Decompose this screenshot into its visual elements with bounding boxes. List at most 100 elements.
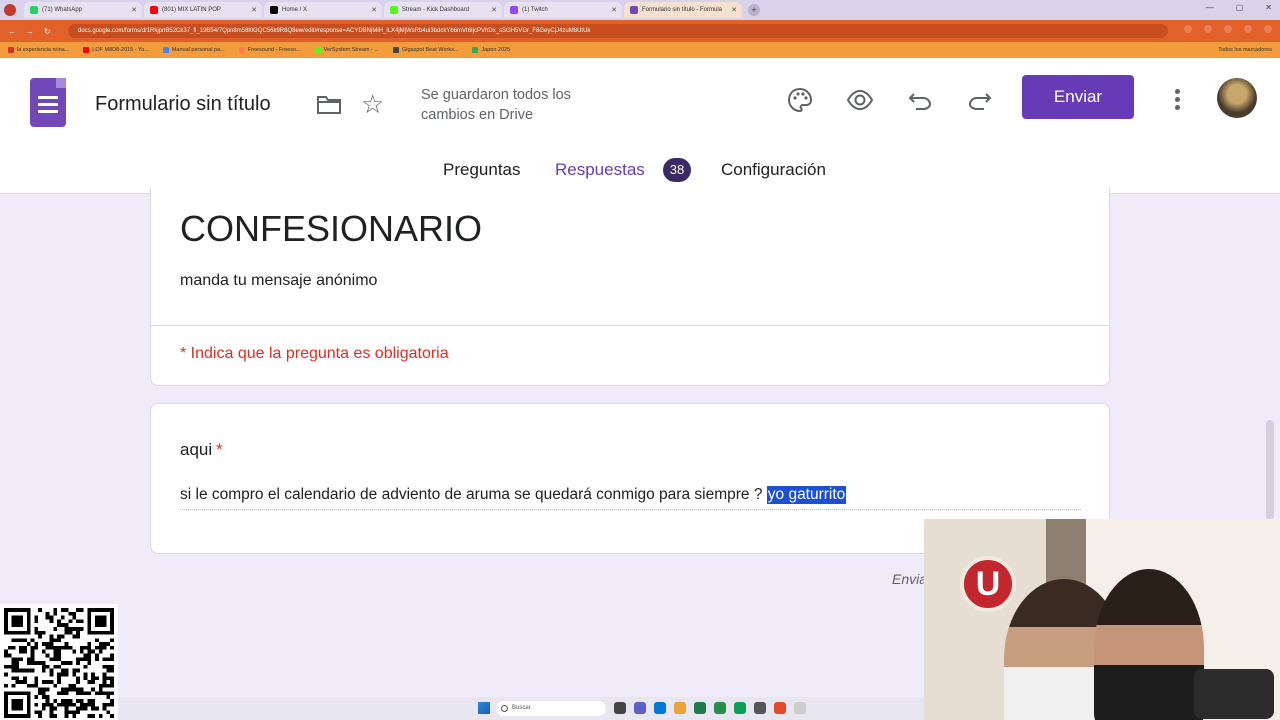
windows-start-icon[interactable] <box>478 702 490 714</box>
tab-strip: (71) WhatsApp ✕ (801) MIX LATIN POP ✕ Home /… <box>24 2 744 18</box>
palette-icon[interactable] <box>786 86 814 114</box>
avatar[interactable] <box>1217 78 1257 118</box>
edge-icon[interactable] <box>654 702 666 714</box>
browser-menu-icon[interactable] <box>4 4 16 16</box>
send-button[interactable]: Enviar <box>1022 75 1134 119</box>
taskbar-search[interactable]: Buscar <box>496 701 606 716</box>
reload-icon[interactable]: ↻ <box>44 27 54 36</box>
bookmark-favicon-icon <box>83 47 90 53</box>
bookmark-favicon-icon <box>472 47 479 53</box>
tab-title: Stream - Kick Dashboard <box>402 7 470 13</box>
forward-icon[interactable]: → <box>26 27 36 36</box>
spotify-icon[interactable] <box>714 702 726 714</box>
tab-favicon-icon <box>390 6 398 14</box>
bookmarks-list: la experiencia reina... LOF M8D8-2015 - Y… <box>8 47 524 53</box>
card-divider <box>151 325 1109 326</box>
redo-icon[interactable] <box>966 86 994 114</box>
browser-tab[interactable]: Stream - Kick Dashboard ✕ <box>384 2 502 18</box>
tab-favicon-icon <box>630 6 638 14</box>
more-vert-icon[interactable] <box>1170 86 1184 112</box>
tab-title: (71) WhatsApp <box>42 7 83 13</box>
tab-favicon-icon <box>510 6 518 14</box>
all-bookmarks-link[interactable]: Todos los marcadores <box>1218 47 1272 53</box>
tab-questions[interactable]: Preguntas <box>443 160 521 180</box>
bookmark-favicon-icon <box>314 47 321 53</box>
sent-text: Envia <box>892 571 928 587</box>
tab-close-icon[interactable]: ✕ <box>251 6 257 14</box>
tab-close-icon[interactable]: ✕ <box>731 6 737 14</box>
browser-tab[interactable]: (71) WhatsApp ✕ <box>24 2 142 18</box>
document-title[interactable]: Formulario sin título <box>95 93 271 116</box>
obs-icon[interactable] <box>754 702 766 714</box>
browser-more-icon[interactable] <box>1264 25 1272 33</box>
form-heading: CONFESIONARIO <box>180 208 483 249</box>
chrome-icon[interactable] <box>734 702 746 714</box>
bookmark-item[interactable]: la experiencia reina... <box>8 47 69 53</box>
qr-code <box>0 604 118 720</box>
tab-title: (801) MIX LATIN POP <box>162 7 221 13</box>
tab-favicon-icon <box>270 6 278 14</box>
windows-taskbar: Buscar <box>118 697 924 720</box>
required-note: * Indica que la pregunta es obligatoria <box>180 345 449 362</box>
bookmark-item[interactable]: VerSystem Stream - ... <box>314 47 379 53</box>
browser-tab[interactable]: (1) Twitch ✕ <box>504 2 622 18</box>
extension-icon[interactable] <box>1224 25 1232 33</box>
team-logo: U <box>960 556 1016 612</box>
task-view-icon[interactable] <box>614 702 626 714</box>
star-icon[interactable]: ☆ <box>361 91 384 117</box>
file-explorer-icon[interactable] <box>674 702 686 714</box>
browser-tab[interactable]: Formulario sin título - Formula ✕ <box>624 2 742 18</box>
bookmarks-bar: la experiencia reina... LOF M8D8-2015 - Y… <box>0 42 1280 58</box>
chrome-profile-icon[interactable] <box>774 702 786 714</box>
bookmark-item[interactable]: Manual personal pa... <box>162 47 225 53</box>
tab-settings[interactable]: Configuración <box>721 160 826 180</box>
back-icon[interactable]: ← <box>8 27 18 36</box>
bookmark-item[interactable]: Freesound - Freeso... <box>238 47 301 53</box>
bookmark-item[interactable]: Gigaspot Beat Works... <box>392 47 459 53</box>
bookmark-item[interactable]: Japon 2025 <box>472 47 510 53</box>
tab-close-icon[interactable]: ✕ <box>491 6 497 14</box>
tab-close-icon[interactable]: ✕ <box>611 6 617 14</box>
bookmark-label: Manual personal pa... <box>171 47 225 53</box>
bookmark-label: Gigaspot Beat Works... <box>401 47 459 53</box>
webcam-overlay: U <box>924 519 1280 720</box>
profile-icon[interactable] <box>1244 25 1252 33</box>
undo-icon[interactable] <box>906 86 934 114</box>
excel-icon[interactable] <box>694 702 706 714</box>
browser-tab[interactable]: Home / X ✕ <box>264 2 382 18</box>
minimize-icon[interactable]: — <box>1206 3 1214 12</box>
answer-field[interactable]: si le compro el calendario de adviento d… <box>180 486 1081 510</box>
tab-close-icon[interactable]: ✕ <box>371 6 377 14</box>
bookmark-item[interactable]: LOF M8D8-2015 - Yo... <box>83 47 149 53</box>
move-to-folder-icon[interactable] <box>316 95 342 115</box>
bookmark-label: Freesound - Freeso... <box>247 47 301 53</box>
bookmark-star-icon[interactable] <box>1204 25 1212 33</box>
address-bar-row: ← → ↻ docs.google.com/forms/d/1RkjpnB52C… <box>0 20 1280 42</box>
app-icon[interactable] <box>794 702 806 714</box>
person-right <box>1094 569 1204 720</box>
answer-selected-text: yo gaturrito <box>766 486 847 504</box>
close-window-icon[interactable]: ✕ <box>1265 3 1272 12</box>
save-status: Se guardaron todos los cambios en Drive <box>421 87 571 123</box>
answer-text: si le compro el calendario de adviento d… <box>180 486 767 503</box>
tab-title: (1) Twitch <box>522 7 548 13</box>
bookmark-favicon-icon <box>162 47 169 53</box>
bookmark-favicon-icon <box>238 47 245 53</box>
tab-close-icon[interactable]: ✕ <box>131 6 137 14</box>
url-field[interactable]: docs.google.com/forms/d/1RkjpnB52Ck37_fl… <box>68 24 1168 38</box>
preview-eye-icon[interactable] <box>846 86 874 114</box>
window-controls: — ▢ ✕ <box>1206 3 1272 12</box>
form-title-card: CONFESIONARIO manda tu mensaje anónimo *… <box>150 188 1110 386</box>
responses-count-badge: 38 <box>663 158 691 182</box>
browser-tab[interactable]: (801) MIX LATIN POP ✕ <box>144 2 262 18</box>
zoom-icon[interactable] <box>1184 25 1192 33</box>
tab-title: Formulario sin título - Formula <box>642 7 723 13</box>
form-description: manda tu mensaje anónimo <box>180 272 378 289</box>
new-tab-button[interactable]: + <box>748 4 760 16</box>
google-forms-logo-icon[interactable] <box>30 78 66 127</box>
teams-icon[interactable] <box>634 702 646 714</box>
maximize-icon[interactable]: ▢ <box>1236 3 1244 12</box>
tab-responses[interactable]: Respuestas <box>555 160 645 180</box>
page-scrollbar[interactable] <box>1266 420 1274 520</box>
tab-title: Home / X <box>282 7 308 13</box>
